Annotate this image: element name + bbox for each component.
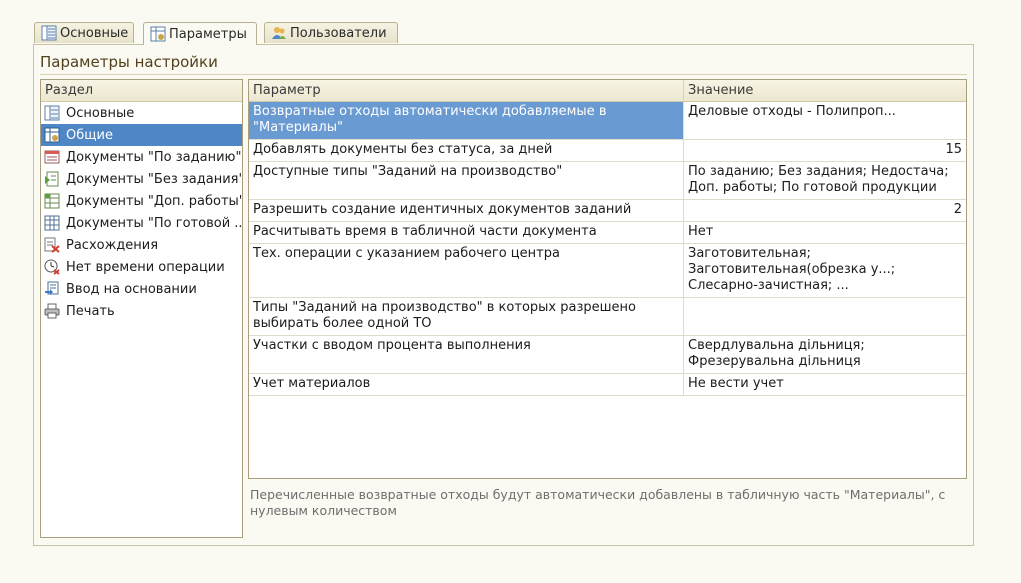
tab-parameters[interactable]: Параметры: [143, 22, 257, 45]
value-cell[interactable]: Не вести учет: [684, 374, 966, 395]
list-icon: [44, 105, 60, 121]
section-item-label: Документы "По заданию": [66, 149, 242, 165]
section-item-input-based[interactable]: Ввод на основании: [41, 278, 242, 300]
parameter-cell: Тех. операции с указанием рабочего центр…: [249, 244, 684, 297]
table-row[interactable]: Добавлять документы без статуса, за дней…: [249, 140, 966, 162]
table-row[interactable]: Доступные типы "Заданий на производство"…: [249, 162, 966, 200]
section-item-label: Основные: [66, 105, 135, 121]
panel-title: Параметры настройки: [40, 53, 218, 71]
tab-parameters-label: Параметры: [169, 26, 247, 42]
parameter-cell: Разрешить создание идентичных документов…: [249, 200, 684, 221]
section-item-label: Документы "По готовой ...: [66, 215, 242, 231]
value-cell[interactable]: По заданию; Без задания; Недостача; Доп.…: [684, 162, 966, 199]
section-item-label: Ввод на основании: [66, 281, 197, 297]
parameter-cell: Участки с вводом процента выполнения: [249, 336, 684, 373]
clock-icon: [44, 259, 60, 275]
settings-table-icon: [150, 26, 166, 42]
value-cell[interactable]: Нет: [684, 222, 966, 243]
printer-icon: [44, 303, 60, 319]
settings-panel: Параметры настройки Раздел Основные Общи…: [33, 44, 974, 546]
table-row[interactable]: Тех. операции с указанием рабочего центр…: [249, 244, 966, 298]
section-item-general[interactable]: Общие: [41, 124, 242, 146]
value-cell[interactable]: Заготовительная; Заготовительная(обрезка…: [684, 244, 966, 297]
discrepancy-icon: [44, 237, 60, 253]
tab-main-label: Основные: [60, 25, 129, 41]
section-item-label: Нет времени операции: [66, 259, 225, 275]
section-item-no-operation-time[interactable]: Нет времени операции: [41, 256, 242, 278]
tab-users-label: Пользователи: [290, 25, 387, 41]
settings-table-icon: [44, 127, 60, 143]
table-row[interactable]: Участки с вводом процента выполнения Све…: [249, 336, 966, 374]
parameter-cell: Добавлять документы без статуса, за дней: [249, 140, 684, 161]
value-cell[interactable]: Деловые отходы - Полипроп...: [684, 102, 966, 139]
input-based-icon: [44, 281, 60, 297]
parameter-cell: Возвратные отходы автоматически добавляе…: [249, 102, 684, 139]
section-item-print[interactable]: Печать: [41, 300, 242, 322]
table-header: Параметр Значение: [249, 80, 966, 102]
title-divider: [40, 74, 967, 75]
table-row[interactable]: Разрешить создание идентичных документов…: [249, 200, 966, 222]
parameter-cell: Доступные типы "Заданий на производство": [249, 162, 684, 199]
document-red-icon: [44, 149, 60, 165]
table-row[interactable]: Учет материалов Не вести учет: [249, 374, 966, 396]
parameter-hint: Перечисленные возвратные отходы будут ав…: [250, 487, 946, 518]
list-icon: [41, 25, 57, 41]
parameter-cell: Расчитывать время в табличной части доку…: [249, 222, 684, 243]
value-cell[interactable]: Свердлувальна дільниця; Фрезерувальна ді…: [684, 336, 966, 373]
section-item-docs-no-task[interactable]: Документы "Без задания": [41, 168, 242, 190]
document-grid-icon: [44, 193, 60, 209]
section-item-discrepancies[interactable]: Расхождения: [41, 234, 242, 256]
parameters-table[interactable]: Параметр Значение Возвратные отходы авто…: [248, 79, 967, 479]
document-blue-icon: [44, 215, 60, 231]
table-row[interactable]: Возвратные отходы автоматически добавляе…: [249, 102, 966, 140]
section-list-header[interactable]: Раздел: [41, 80, 242, 102]
section-item-label: Печать: [66, 303, 115, 319]
section-item-docs-finished[interactable]: Документы "По готовой ...: [41, 212, 242, 234]
section-item-main[interactable]: Основные: [41, 102, 242, 124]
section-item-label: Документы "Доп. работы": [66, 193, 242, 209]
value-cell[interactable]: 15: [684, 140, 966, 161]
value-cell[interactable]: [684, 298, 966, 335]
parameter-cell: Типы "Заданий на производство" в которых…: [249, 298, 684, 335]
column-header-value[interactable]: Значение: [684, 80, 966, 101]
section-item-label: Расхождения: [66, 237, 159, 253]
users-icon: [271, 25, 287, 41]
document-green-icon: [44, 171, 60, 187]
parameter-cell: Учет материалов: [249, 374, 684, 395]
table-row[interactable]: Типы "Заданий на производство" в которых…: [249, 298, 966, 336]
column-header-parameter[interactable]: Параметр: [249, 80, 684, 101]
table-row[interactable]: Расчитывать время в табличной части доку…: [249, 222, 966, 244]
value-cell[interactable]: 2: [684, 200, 966, 221]
section-item-docs-extra-work[interactable]: Документы "Доп. работы": [41, 190, 242, 212]
section-list[interactable]: Раздел Основные Общие Документы "По зада…: [40, 79, 243, 538]
section-item-docs-by-task[interactable]: Документы "По заданию": [41, 146, 242, 168]
tab-users[interactable]: Пользователи: [264, 22, 398, 43]
section-item-label: Общие: [66, 127, 113, 143]
section-item-label: Документы "Без задания": [66, 171, 242, 187]
tab-main[interactable]: Основные: [34, 22, 134, 43]
